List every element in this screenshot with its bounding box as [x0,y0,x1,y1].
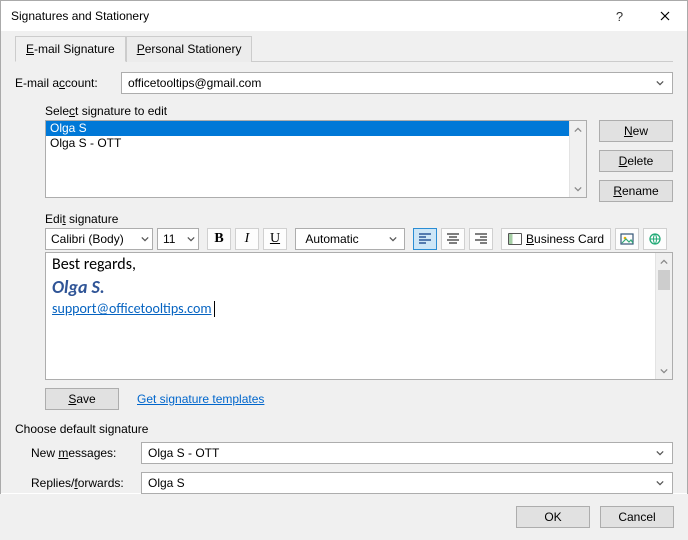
new-messages-combo[interactable]: Olga S - OTT [141,442,673,464]
chevron-down-icon [187,232,195,246]
select-signature-label: Select signature to edit [45,104,673,118]
italic-icon: I [245,231,250,247]
chevron-down-icon [652,445,668,461]
font-family-combo[interactable]: Calibri (Body) [45,228,153,250]
ok-button[interactable]: OK [516,506,590,528]
scroll-up-icon[interactable] [656,253,672,270]
align-right-icon [473,231,489,247]
text-cursor [214,301,215,317]
window-controls: ? [597,1,687,31]
delete-button[interactable]: Delete [599,150,673,172]
scroll-up-icon[interactable] [570,121,586,138]
choose-default-heading: Choose default signature [15,422,673,436]
insert-hyperlink-icon [647,231,663,247]
close-icon [660,9,670,24]
business-card-icon [508,233,522,245]
underline-icon: U [270,231,280,247]
list-item[interactable]: Olga S [46,121,569,136]
list-item[interactable]: Olga S - OTT [46,136,569,151]
chevron-down-icon [652,75,668,91]
bold-button[interactable]: B [207,228,231,250]
email-account-value: officetooltips@gmail.com [128,76,261,90]
bold-icon: B [214,231,223,247]
scroll-down-icon[interactable] [570,180,586,197]
insert-hyperlink-button[interactable] [643,228,667,250]
editor-line-1: Best regards, [52,255,649,276]
close-button[interactable] [642,1,687,31]
italic-button[interactable]: I [235,228,259,250]
align-left-icon [417,231,433,247]
signature-listbox[interactable]: Olga S Olga S - OTT [45,120,587,198]
dialog-footer: OK Cancel [0,494,688,540]
chevron-down-icon [389,232,397,246]
signature-editor[interactable]: Best regards, Olga S. support@officetool… [46,253,655,379]
window-title: Signatures and Stationery [11,9,149,23]
email-account-label: E-mail account: [15,76,115,90]
title-bar: Signatures and Stationery ? [1,1,687,31]
insert-picture-button[interactable] [615,228,639,250]
tab-email-signature[interactable]: E-mail Signature [15,36,126,62]
scrollbar-vertical[interactable] [569,121,586,197]
new-messages-label: New messages: [31,446,135,460]
replies-forwards-combo[interactable]: Olga S [141,472,673,494]
new-button[interactable]: New [599,120,673,142]
tab-strip: E-mail Signature Personal Stationery [15,35,673,62]
editor-line-3: support@officetooltips.com [52,300,212,317]
editor-line-2: Olga S. [52,276,649,299]
align-center-button[interactable] [441,228,465,250]
cancel-button[interactable]: Cancel [600,506,674,528]
font-size-combo[interactable]: 11 [157,228,199,250]
get-templates-link[interactable]: Get signature templates [137,392,264,406]
email-account-combo[interactable]: officetooltips@gmail.com [121,72,673,94]
chevron-down-icon [652,475,668,491]
help-icon: ? [616,9,623,24]
signature-toolbar: Calibri (Body) 11 B I U Automatic Busine… [45,228,673,250]
edit-signature-label: Edit signature [45,212,673,226]
underline-button[interactable]: U [263,228,287,250]
rename-button[interactable]: Rename [599,180,673,202]
help-button[interactable]: ? [597,1,642,31]
chevron-down-icon [141,232,149,246]
tab-personal-stationery[interactable]: Personal Stationery [126,36,253,62]
scroll-thumb[interactable] [658,270,670,290]
insert-picture-icon [619,231,635,247]
scroll-down-icon[interactable] [656,362,672,379]
replies-forwards-label: Replies/forwards: [31,476,135,490]
font-color-combo[interactable]: Automatic [295,228,405,250]
save-button[interactable]: Save [45,388,119,410]
business-card-button[interactable]: Business Card [501,228,611,250]
align-left-button[interactable] [413,228,437,250]
editor-scrollbar[interactable] [655,253,672,379]
dialog-content: E-mail Signature Personal Stationery E-m… [1,31,687,493]
signature-editor-wrap: Best regards, Olga S. support@officetool… [45,252,673,380]
align-right-button[interactable] [469,228,493,250]
align-center-icon [445,231,461,247]
